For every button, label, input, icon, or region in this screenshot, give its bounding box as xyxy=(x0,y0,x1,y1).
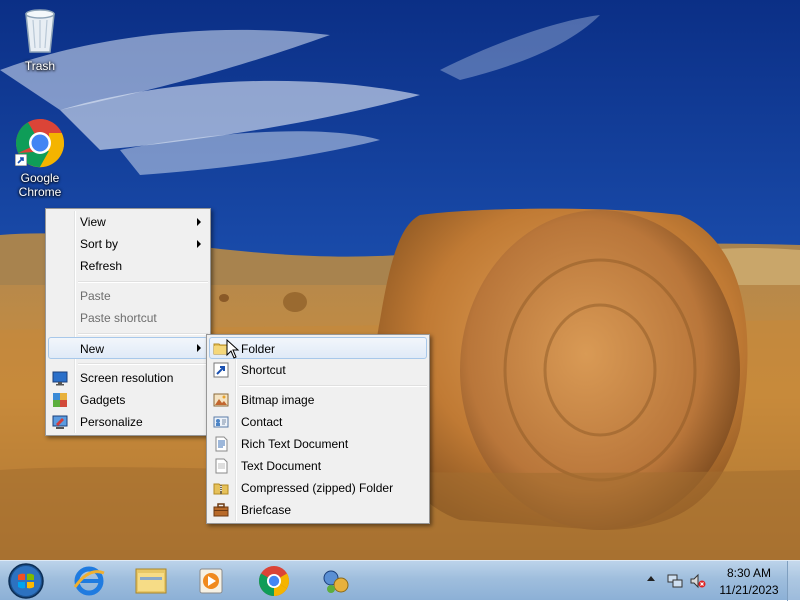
file-explorer-icon[interactable] xyxy=(124,563,178,599)
submenu-item-compressed-folder-label: Compressed (zipped) Folder xyxy=(241,481,394,495)
bitmap-image-icon xyxy=(213,393,229,407)
start-orb-icon[interactable] xyxy=(6,561,46,601)
submenu-item-briefcase[interactable]: Briefcase xyxy=(209,499,427,521)
submenu-item-shortcut[interactable]: Shortcut xyxy=(209,359,427,381)
zipped-folder-icon xyxy=(213,483,229,495)
desktop-icon-trash-label: Trash xyxy=(24,59,56,73)
menu-item-view[interactable]: View xyxy=(48,211,208,233)
screen-resolution-icon xyxy=(52,371,68,386)
submenu-item-contact-label: Contact xyxy=(241,415,283,429)
menu-separator xyxy=(78,333,208,335)
shortcut-arrow-icon xyxy=(15,154,27,166)
menu-separator xyxy=(239,385,427,387)
menu-item-paste-label: Paste xyxy=(80,289,111,303)
menu-item-paste-shortcut-label: Paste shortcut xyxy=(80,311,157,325)
menu-separator xyxy=(78,281,208,283)
clock-time[interactable]: 8:30 AM xyxy=(709,566,789,580)
menu-item-gadgets-label: Gadgets xyxy=(80,393,126,407)
text-document-icon xyxy=(215,458,228,474)
menu-separator xyxy=(78,363,208,365)
menu-item-refresh-label: Refresh xyxy=(80,259,123,273)
mouse-cursor-icon xyxy=(226,339,240,359)
submenu-item-rich-text-document[interactable]: Rich Text Document xyxy=(209,433,427,455)
menu-item-new-label: New xyxy=(80,342,105,356)
submenu-arrow-icon xyxy=(197,240,201,248)
menu-item-gadgets[interactable]: Gadgets xyxy=(48,389,208,411)
submenu-arrow-icon xyxy=(197,218,201,226)
volume-muted-icon[interactable] xyxy=(690,573,706,589)
menu-item-screen-resolution-label: Screen resolution xyxy=(80,371,174,385)
submenu-item-contact[interactable]: Contact xyxy=(209,411,427,433)
menu-item-sort-by[interactable]: Sort by xyxy=(48,233,208,255)
briefcase-icon xyxy=(213,503,229,517)
submenu-item-compressed-folder[interactable]: Compressed (zipped) Folder xyxy=(209,477,427,499)
show-desktop-button[interactable] xyxy=(787,561,800,601)
submenu-item-text-document-label: Text Document xyxy=(241,459,322,473)
submenu-arrow-icon xyxy=(197,344,201,352)
desktop-icon-chrome-label: Google Chrome xyxy=(18,171,62,199)
submenu-item-bitmap-image-label: Bitmap image xyxy=(241,393,315,407)
submenu-item-folder-label: Folder xyxy=(241,342,276,356)
tray-expand-arrow-icon[interactable] xyxy=(647,576,655,581)
menu-item-refresh[interactable]: Refresh xyxy=(48,255,208,277)
recycle-bin-icon xyxy=(25,9,55,53)
menu-item-new[interactable]: New xyxy=(48,337,208,359)
submenu-item-text-document[interactable]: Text Document xyxy=(209,455,427,477)
new-submenu: Folder Shortcut Bitmap image Contact Ric… xyxy=(206,334,430,524)
menu-item-personalize-label: Personalize xyxy=(80,415,143,429)
taskbar: 8:30 AM 11/21/2023 xyxy=(0,560,800,601)
submenu-item-rich-text-document-label: Rich Text Document xyxy=(241,437,349,451)
clock-date[interactable]: 11/21/2023 xyxy=(709,583,789,597)
chrome-icon[interactable] xyxy=(247,563,301,599)
rich-text-document-icon xyxy=(215,436,228,452)
menu-item-sort-by-label: Sort by xyxy=(80,237,119,251)
submenu-item-briefcase-label: Briefcase xyxy=(241,503,292,517)
submenu-item-folder[interactable]: Folder xyxy=(209,337,427,359)
menu-item-paste-shortcut: Paste shortcut xyxy=(48,307,208,329)
shortcut-icon xyxy=(213,362,229,378)
media-player-icon[interactable] xyxy=(184,563,238,599)
gadgets-icon xyxy=(53,393,67,407)
desktop-context-menu: View Sort by Refresh Paste Paste shortcu… xyxy=(45,208,211,436)
submenu-item-shortcut-label: Shortcut xyxy=(241,363,286,377)
submenu-item-bitmap-image[interactable]: Bitmap image xyxy=(209,389,427,411)
menu-item-personalize[interactable]: Personalize xyxy=(48,411,208,433)
internet-explorer-icon[interactable] xyxy=(62,563,116,599)
gadget-app-icon[interactable] xyxy=(309,563,363,599)
personalize-icon xyxy=(52,415,68,429)
menu-item-screen-resolution[interactable]: Screen resolution xyxy=(48,367,208,389)
network-icon[interactable] xyxy=(667,573,683,589)
contact-icon xyxy=(213,416,229,428)
menu-item-paste: Paste xyxy=(48,285,208,307)
menu-item-view-label: View xyxy=(80,215,106,229)
